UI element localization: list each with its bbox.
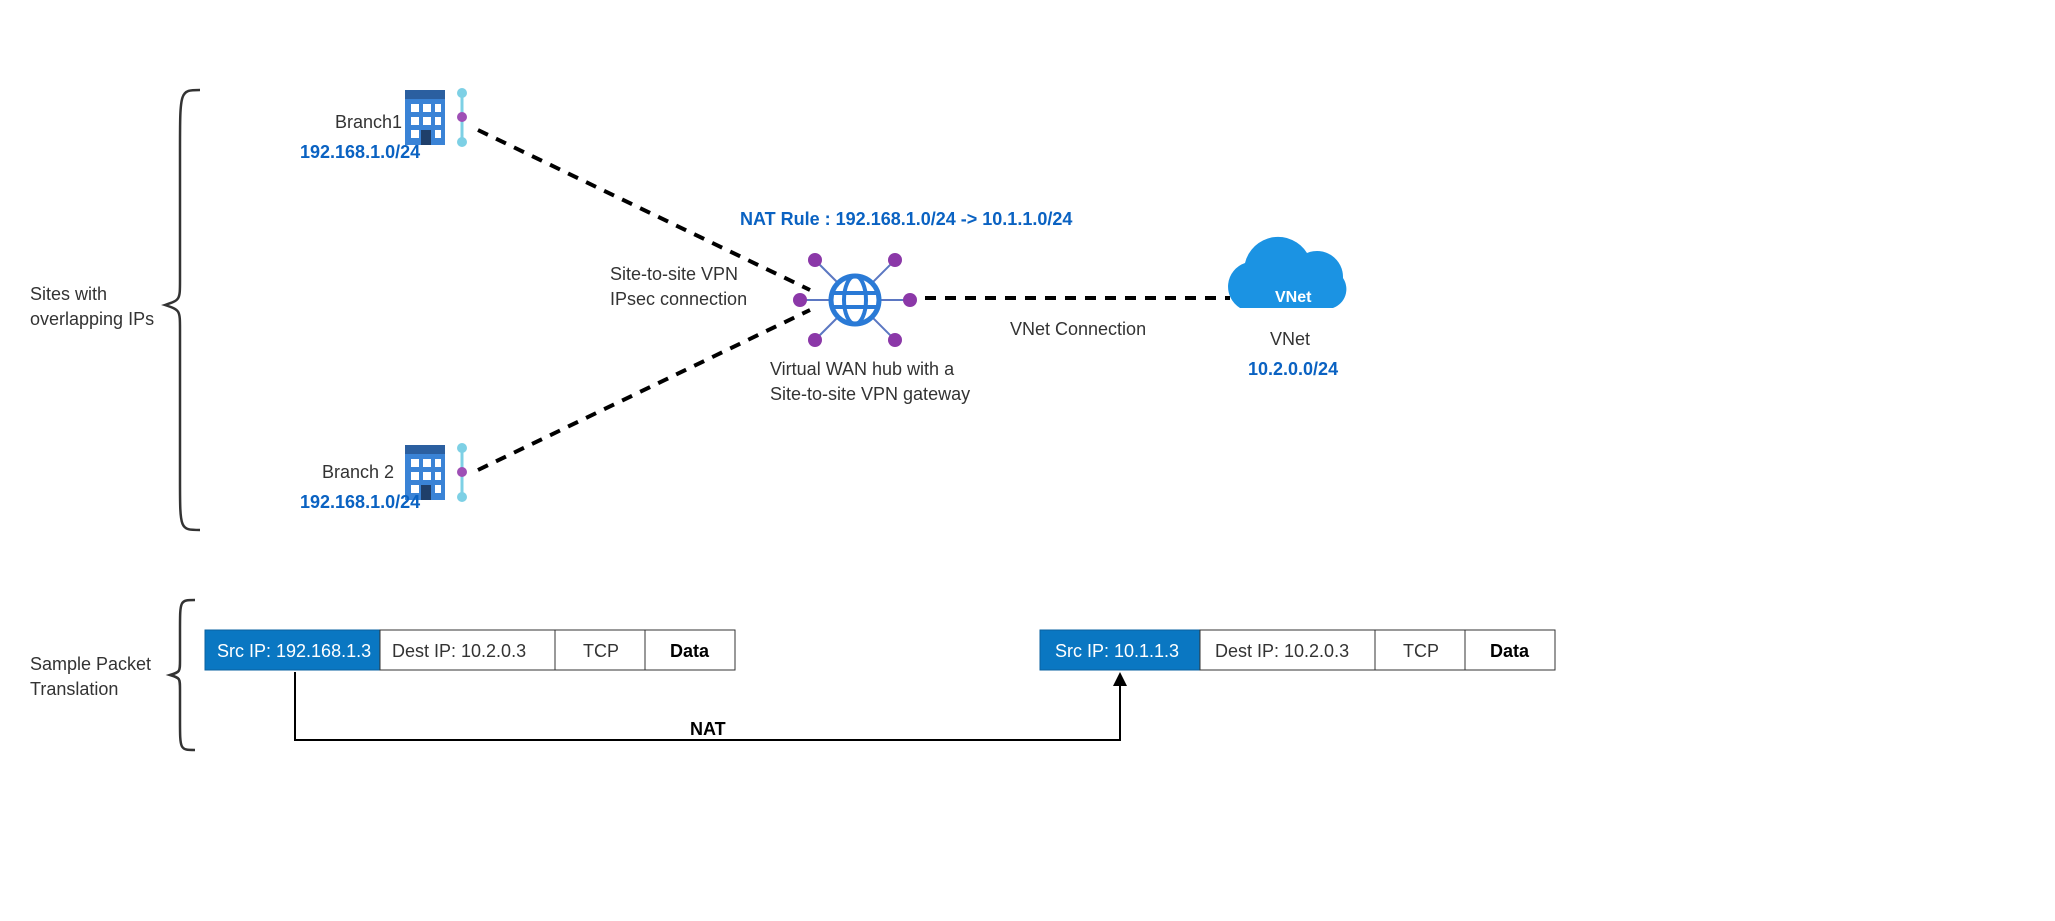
nat-arrow-label: NAT [690,719,726,739]
packet-label-line2: Translation [30,679,118,699]
hub-label-line2: Site-to-site VPN gateway [770,384,970,404]
packet-before-data: Data [670,641,710,661]
wan-hub-icon [793,253,917,347]
packet-before-src: Src IP: 192.168.1.3 [217,641,371,661]
diagram-canvas: Sites with overlapping IPs Branch1 192.1… [0,0,2055,921]
packet-after-dest: Dest IP: 10.2.0.3 [1215,641,1349,661]
packet-label-line1: Sample Packet [30,654,151,674]
vpn-label-line1: Site-to-site VPN [610,264,738,284]
branch2-label: Branch 2 [322,462,394,482]
packet-after-data: Data [1490,641,1530,661]
branch2-ip: 192.168.1.0/24 [300,492,420,512]
packet-before: Src IP: 192.168.1.3 Dest IP: 10.2.0.3 TC… [205,630,735,670]
brace-packet [170,600,195,750]
vnet-label: VNet [1270,329,1310,349]
sites-label-line1: Sites with [30,284,107,304]
packet-after-proto: TCP [1403,641,1439,661]
vnet-cloud-text: VNet [1275,289,1312,306]
packet-after-src: Src IP: 10.1.1.3 [1055,641,1179,661]
nat-rule-text: NAT Rule : 192.168.1.0/24 -> 10.1.1.0/24 [740,209,1072,229]
link-branch2-hub [478,310,810,470]
packet-before-dest: Dest IP: 10.2.0.3 [392,641,526,661]
branch1-ip: 192.168.1.0/24 [300,142,420,162]
network-spine-icon [457,88,467,147]
vpn-label-line2: IPsec connection [610,289,747,309]
branch1-group [405,88,467,147]
packet-before-proto: TCP [583,641,619,661]
sites-label-line2: overlapping IPs [30,309,154,329]
network-spine-icon [457,443,467,502]
packet-after: Src IP: 10.1.1.3 Dest IP: 10.2.0.3 TCP D… [1040,630,1555,670]
hub-label-line1: Virtual WAN hub with a [770,359,955,379]
branch1-label: Branch1 [335,112,402,132]
vnet-ip: 10.2.0.0/24 [1248,359,1338,379]
building-icon [405,90,445,145]
brace-sites [165,90,200,530]
vnet-connection-label: VNet Connection [1010,319,1146,339]
